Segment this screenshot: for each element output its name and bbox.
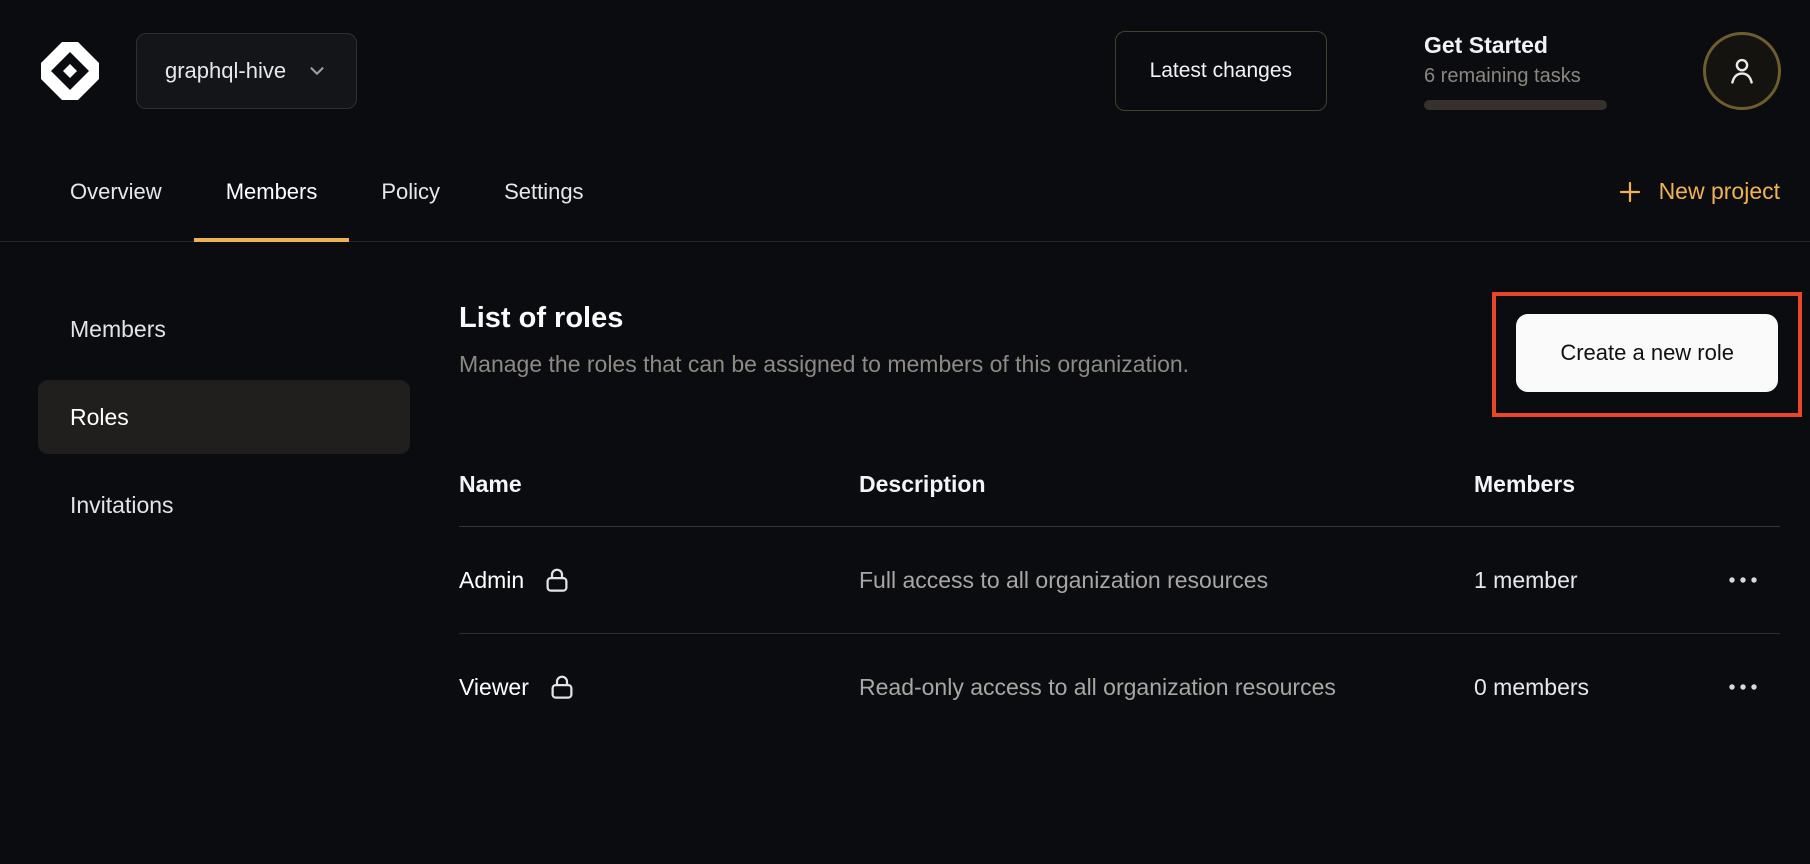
create-role-button[interactable]: Create a new role xyxy=(1516,314,1778,392)
roles-header-text: List of roles Manage the roles that can … xyxy=(459,292,1189,378)
get-started-progress-bar xyxy=(1424,100,1607,110)
lock-icon xyxy=(542,565,572,595)
role-members-count: 0 members xyxy=(1474,674,1724,701)
role-name-cell: Admin xyxy=(459,565,859,595)
column-header-description: Description xyxy=(859,471,1474,498)
role-name: Viewer xyxy=(459,674,529,701)
get-started-title: Get Started xyxy=(1424,32,1607,59)
latest-changes-button[interactable]: Latest changes xyxy=(1115,31,1327,111)
tab-policy[interactable]: Policy xyxy=(349,142,472,241)
roles-header: List of roles Manage the roles that can … xyxy=(459,292,1780,417)
get-started-subtitle: 6 remaining tasks xyxy=(1424,65,1607,88)
sidebar-item-members[interactable]: Members xyxy=(38,292,410,366)
lock-icon xyxy=(547,672,577,702)
new-project-label: New project xyxy=(1659,178,1780,205)
plus-icon xyxy=(1617,179,1643,205)
page-title: List of roles xyxy=(459,302,1189,335)
sidebar-item-roles[interactable]: Roles xyxy=(38,380,410,454)
org-tabs: Overview Members Policy Settings New pro… xyxy=(0,142,1810,242)
chevron-down-icon xyxy=(306,60,328,82)
roles-content: List of roles Manage the roles that can … xyxy=(459,292,1780,740)
role-description: Full access to all organization resource… xyxy=(859,560,1359,600)
sidebar-item-invitations[interactable]: Invitations xyxy=(38,468,410,542)
ellipsis-icon xyxy=(1726,573,1760,587)
tab-members[interactable]: Members xyxy=(194,142,350,241)
get-started-widget[interactable]: Get Started 6 remaining tasks xyxy=(1424,32,1607,110)
tab-settings[interactable]: Settings xyxy=(472,142,616,241)
members-sidebar: Members Roles Invitations xyxy=(38,292,410,740)
column-header-name: Name xyxy=(459,471,859,498)
top-navbar: graphql-hive Latest changes Get Started … xyxy=(0,0,1810,142)
roles-table-header: Name Description Members xyxy=(459,445,1780,527)
role-description: Read-only access to all organization res… xyxy=(859,667,1359,707)
role-members-count: 1 member xyxy=(1474,567,1724,594)
table-row-viewer: Viewer Read-only access to all organizat… xyxy=(459,634,1780,740)
user-icon xyxy=(1724,53,1760,89)
ellipsis-icon xyxy=(1726,680,1760,694)
row-actions-button[interactable] xyxy=(1724,567,1762,593)
tab-overview[interactable]: Overview xyxy=(38,142,194,241)
hive-logo-icon[interactable] xyxy=(38,39,102,103)
main-area: Members Roles Invitations List of roles … xyxy=(0,242,1810,740)
table-row-admin: Admin Full access to all organization re… xyxy=(459,527,1780,634)
new-project-button[interactable]: New project xyxy=(1617,178,1780,205)
column-header-members: Members xyxy=(1474,471,1724,498)
org-switcher-label: graphql-hive xyxy=(165,58,286,84)
annotation-box: Create a new role xyxy=(1492,292,1802,417)
org-switcher-button[interactable]: graphql-hive xyxy=(136,33,357,109)
role-name-cell: Viewer xyxy=(459,672,859,702)
row-actions-button[interactable] xyxy=(1724,674,1762,700)
role-name: Admin xyxy=(459,567,524,594)
user-avatar[interactable] xyxy=(1703,32,1781,110)
roles-table: Name Description Members Admin Full acce… xyxy=(459,445,1780,740)
page-subtitle: Manage the roles that can be assigned to… xyxy=(459,351,1189,378)
